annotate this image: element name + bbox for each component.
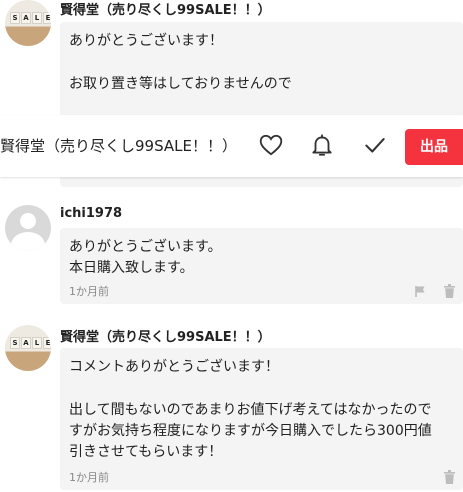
comment-bubble: コメントありがとうございます！ 出して間もないのであまりお値下げ考えてはなかった… [60, 348, 463, 490]
trash-icon[interactable] [444, 284, 455, 298]
comment-line: すがお気持ち程度になりますが今日購入でしたら300円値 [69, 423, 432, 439]
user-avatar[interactable] [5, 205, 51, 251]
comment-username[interactable]: ichi1978 [60, 206, 122, 221]
sale-letter: E [43, 337, 51, 349]
sale-letter: L [32, 12, 42, 24]
comment-line: コメントありがとうございます！ [69, 359, 279, 375]
sale-letter: L [32, 337, 42, 349]
sell-button[interactable]: 出品 [405, 129, 463, 165]
sale-letter: E [43, 12, 51, 24]
avatar-head [20, 213, 36, 229]
sale-letter: A [21, 12, 31, 24]
comment-timestamp: 1か月前 [69, 285, 109, 298]
comment-line: 出して間もないのであまりお値下げ考えてはなかったので [69, 402, 432, 418]
check-icon[interactable] [362, 132, 388, 158]
avatar-body [11, 232, 45, 251]
bell-icon[interactable] [309, 132, 335, 158]
comment-line: ありがとうございます。 [69, 239, 222, 255]
sale-logo: S A L E [10, 337, 51, 349]
comment-line: ありがとうございます！ [69, 33, 223, 49]
sale-letter: A [21, 337, 31, 349]
comment-username[interactable]: 賢得堂（売り尽くし99SALE！！） [60, 326, 271, 345]
seller-avatar[interactable]: S A L E [5, 0, 51, 46]
item-action-bar: 賢得堂（売り尽くし99SALE！！） 出品 [0, 115, 463, 177]
seller-name[interactable]: 賢得堂（売り尽くし99SALE！！） [0, 135, 237, 156]
seller-avatar[interactable]: S A L E [5, 325, 51, 371]
comment-line: 本日購入致します。 [69, 260, 194, 276]
heart-icon[interactable] [258, 132, 284, 158]
comment-bubble: ありがとうございます。 本日購入致します。 1か月前 [60, 228, 463, 304]
sale-letter: S [10, 337, 20, 349]
comment-username[interactable]: 賢得堂（売り尽くし99SALE！！） [60, 0, 271, 18]
sale-logo: S A L E [10, 12, 51, 24]
report-flag-icon[interactable] [414, 285, 426, 297]
comment-line: 引きさせてもらいます！ [69, 444, 223, 460]
comment-timestamp: 1か月前 [69, 471, 109, 484]
trash-icon[interactable] [444, 470, 455, 484]
comment-line: お取り置き等はしておりませんので [69, 76, 292, 92]
sale-letter: S [10, 12, 20, 24]
